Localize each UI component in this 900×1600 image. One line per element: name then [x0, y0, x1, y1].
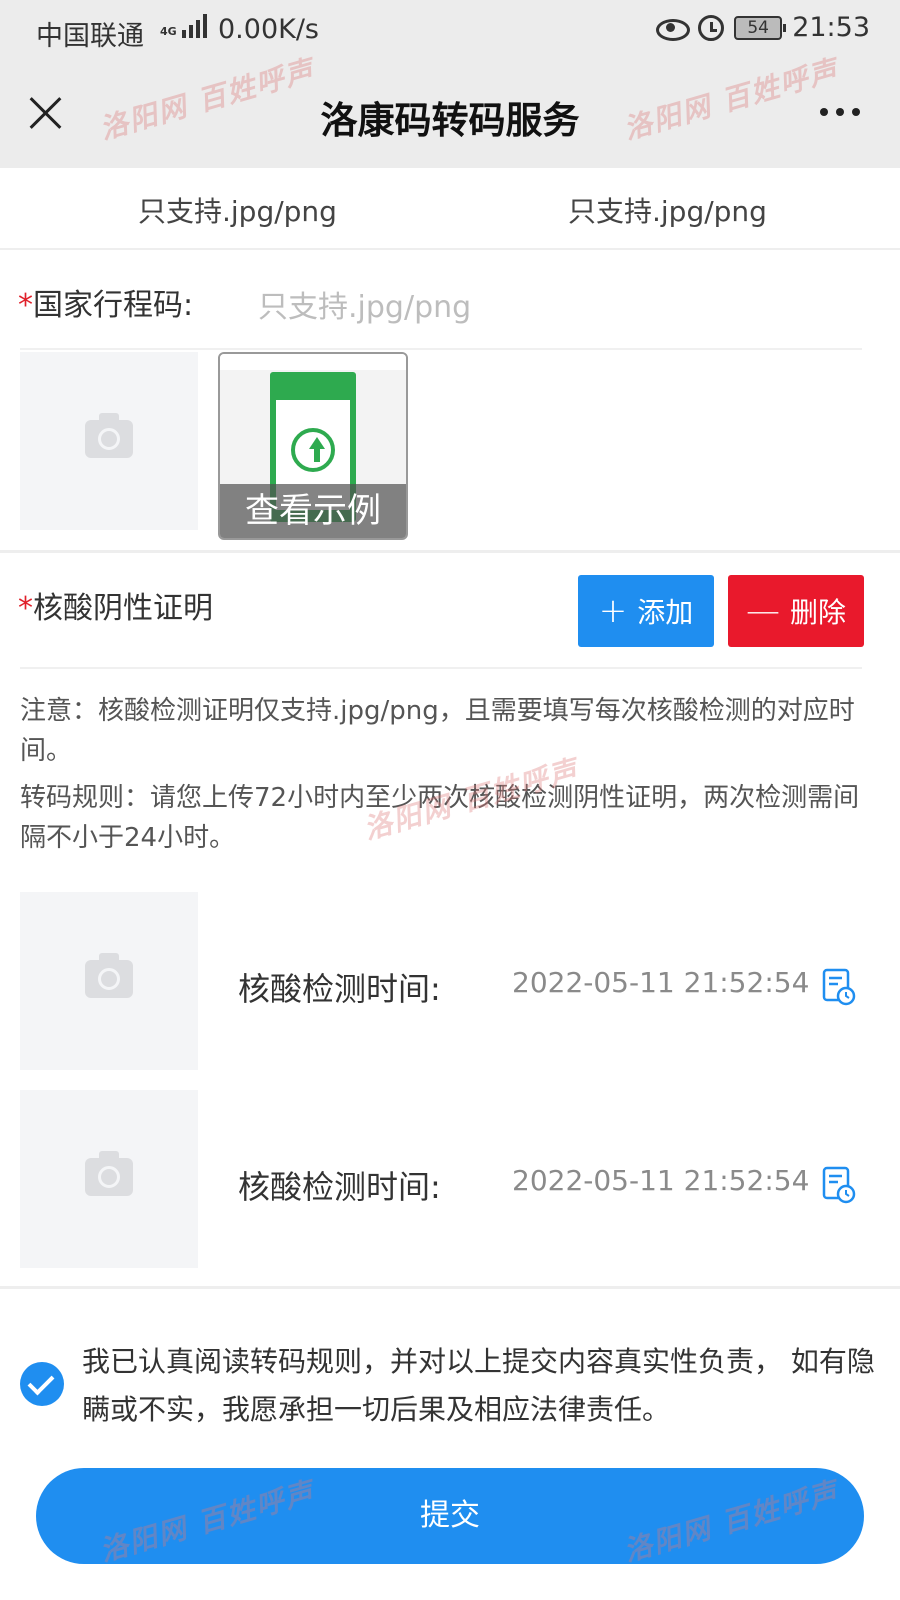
add-button[interactable]: + 添加: [578, 575, 714, 647]
calendar-clock-icon[interactable]: [822, 968, 856, 1006]
camera-icon: [85, 1151, 133, 1196]
more-icon[interactable]: [820, 108, 860, 116]
section-divider: [0, 1286, 900, 1289]
camera-icon: [85, 953, 133, 998]
test-time-label: 核酸检测时间:: [238, 970, 441, 1008]
nucleic-label-text: 核酸阴性证明: [33, 591, 213, 626]
divider: [20, 667, 862, 669]
network-type: 4G: [160, 25, 177, 38]
travel-code-input[interactable]: 只支持.jpg/png: [258, 282, 471, 326]
nucleic-upload-1[interactable]: [20, 892, 198, 1070]
note-text: 注意：核酸检测证明仅支持.jpg/png，且需要填写每次核酸检测的对应时间。: [20, 696, 855, 766]
agreement-text: 我已认真阅读转码规则，并对以上提交内容真实性负责， 如有隐瞒或不实，我愿承担一切…: [82, 1345, 875, 1426]
calendar-clock-icon[interactable]: [822, 1166, 856, 1204]
view-example-label: 查看示例: [220, 484, 406, 538]
clock-time: 21:53: [792, 12, 870, 43]
delete-button-label: 删除: [789, 596, 846, 629]
camera-icon: [85, 413, 133, 458]
format-hint-row: 只支持.jpg/png 只支持.jpg/png: [0, 168, 900, 250]
add-button-label: 添加: [637, 596, 694, 629]
nucleic-label: *核酸阴性证明: [18, 583, 213, 627]
required-mark: *: [18, 591, 33, 626]
signal-icon: 4G: [160, 14, 207, 38]
test-time-value[interactable]: 2022-05-11 21:52:54: [512, 966, 809, 999]
alarm-icon: [698, 14, 725, 41]
test-time-value[interactable]: 2022-05-11 21:52:54: [512, 1164, 809, 1197]
nucleic-upload-2[interactable]: [20, 1090, 198, 1268]
required-mark: *: [18, 288, 33, 323]
carrier-name: 中国联通: [36, 21, 144, 52]
minus-icon: —: [745, 591, 780, 631]
agree-checkbox[interactable]: [20, 1362, 64, 1406]
travel-code-label: *国家行程码:: [18, 280, 193, 324]
delete-button[interactable]: — 删除: [728, 575, 864, 647]
divider: [20, 348, 862, 350]
page: 中国联通 4G 0.00K/s 54 21:53 洛康码转码服务 只支持.jpg…: [0, 0, 900, 1600]
arrow-up-icon: [291, 428, 335, 472]
eye-icon: [656, 17, 691, 41]
example-image[interactable]: 查看示例: [218, 352, 408, 540]
network-speed: 0.00K/s: [218, 14, 319, 45]
battery-icon: 54: [734, 15, 787, 40]
format-hint-right: 只支持.jpg/png: [568, 195, 767, 228]
travel-code-upload[interactable]: [20, 352, 198, 530]
travel-code-label-text: 国家行程码:: [33, 288, 194, 323]
status-bar: 中国联通 4G 0.00K/s 54 21:53: [0, 0, 900, 62]
plus-icon: +: [598, 591, 628, 631]
format-hint-left: 只支持.jpg/png: [138, 195, 337, 228]
status-right: 54 21:53: [656, 12, 870, 43]
section-divider: [0, 550, 900, 553]
test-time-label: 核酸检测时间:: [238, 1168, 441, 1206]
